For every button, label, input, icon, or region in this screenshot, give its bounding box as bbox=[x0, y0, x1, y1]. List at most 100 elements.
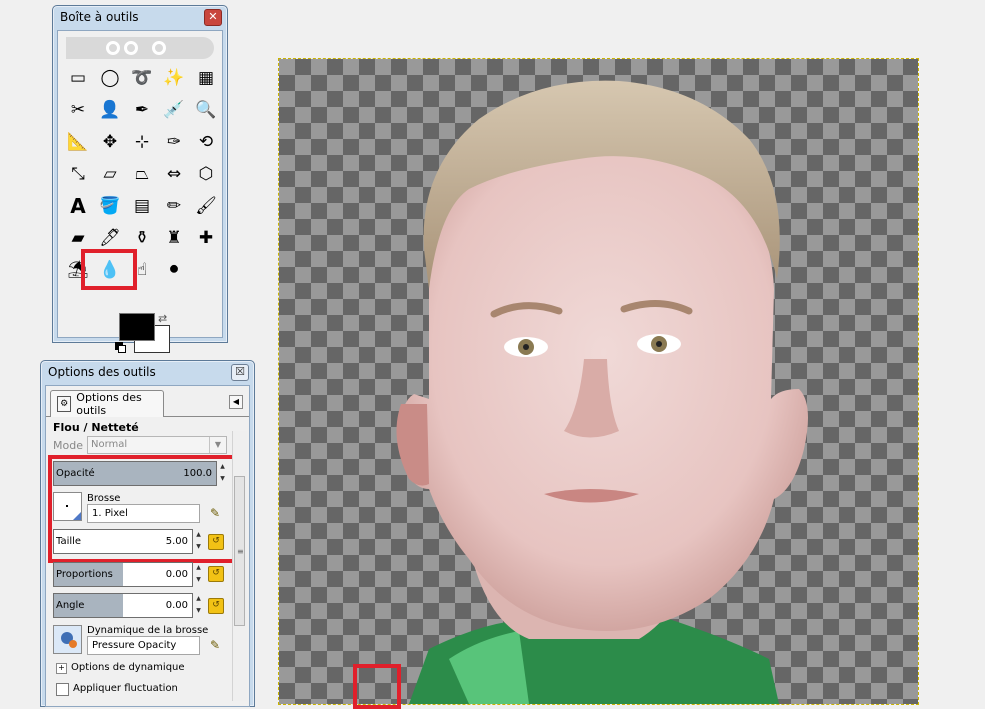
blend-tool[interactable]: ▤ bbox=[128, 192, 156, 220]
angle-label: Angle bbox=[56, 600, 85, 611]
edit-dynamics-icon[interactable]: ✎ bbox=[208, 638, 222, 652]
fuzzy-select-icon: ✨ bbox=[163, 67, 185, 88]
ink-tool[interactable]: ⚱ bbox=[128, 224, 156, 252]
scissors-tool[interactable]: ✂ bbox=[64, 96, 92, 124]
toolbox-client: ▭ ◯ ➰ ✨ ▦ ✂ 👤 ✒ 💉 🔍 📐 ✥ ⊹ ✑ ⟲ ⤡ ▱ ⏢ ⇔ ⬡ A 🪣 ▤ ✏ 🖌 ▰ 🖊 ⚱ ♜ ✚ ⛱ 💧 ☝ ⚫ ⇄ bbox=[57, 30, 223, 353]
cage-tool[interactable]: ⬡ bbox=[192, 160, 220, 188]
rotate-icon: ⟲ bbox=[198, 131, 214, 152]
color-picker-tool[interactable]: 💉 bbox=[160, 96, 188, 124]
toolbox-close-button[interactable]: ✕ bbox=[204, 9, 222, 26]
jitter-checkbox[interactable] bbox=[56, 683, 69, 696]
options-scrollbar-thumb[interactable]: ≡ bbox=[234, 476, 245, 626]
text-icon: A bbox=[70, 194, 86, 218]
scale-tool[interactable]: ⤡ bbox=[64, 160, 92, 188]
proportions-value: 0.00 bbox=[165, 569, 188, 580]
ellipse-select-tool[interactable]: ◯ bbox=[96, 64, 124, 92]
dodge-burn-icon: ⚫ bbox=[166, 259, 182, 280]
paths-icon: ✒ bbox=[134, 99, 150, 120]
fuzzy-select-tool[interactable]: ✨ bbox=[160, 64, 188, 92]
color-select-tool[interactable]: ▦ bbox=[192, 64, 220, 92]
dynamics-label: Dynamique de la brosse bbox=[87, 625, 209, 636]
logo-circle-icon bbox=[152, 41, 166, 55]
clone-tool[interactable]: ♜ bbox=[160, 224, 188, 252]
free-select-icon: ➰ bbox=[131, 67, 153, 88]
ink-icon: ⚱ bbox=[134, 227, 150, 248]
proportions-slider[interactable]: Proportions 0.00 bbox=[53, 562, 193, 587]
shear-tool[interactable]: ▱ bbox=[96, 160, 124, 188]
bucket-fill-icon: 🪣 bbox=[99, 195, 121, 216]
portrait-image bbox=[396, 80, 808, 704]
move-tool[interactable]: ✥ bbox=[96, 128, 124, 156]
color-select-icon: ▦ bbox=[197, 67, 215, 88]
mode-select[interactable]: Normal ▼ bbox=[87, 436, 227, 454]
perspective-tool[interactable]: ⏢ bbox=[128, 160, 156, 188]
cage-icon: ⬡ bbox=[198, 163, 214, 184]
zoom-tool[interactable]: 🔍 bbox=[192, 96, 220, 124]
proportions-spinner[interactable]: ▲ ▼ bbox=[194, 562, 203, 587]
align-tool[interactable]: ⊹ bbox=[128, 128, 156, 156]
toolbox-window: Boîte à outils ✕ ▭ ◯ ➰ ✨ ▦ ✂ 👤 ✒ 💉 🔍 📐 ✥ ⊹ ✑ ⟲ ⤡ ▱ ⏢ ⇔ ⬡ A 🪣 ▤… bbox=[52, 5, 228, 353]
rect-select-tool[interactable]: ▭ bbox=[64, 64, 92, 92]
crop-tool[interactable]: ✑ bbox=[160, 128, 188, 156]
paths-tool[interactable]: ✒ bbox=[128, 96, 156, 124]
logo-circle-icon bbox=[106, 41, 120, 55]
scissors-icon: ✂ bbox=[70, 99, 86, 120]
heal-icon: ✚ bbox=[198, 227, 214, 248]
measure-icon: 📐 bbox=[67, 131, 89, 152]
ellipse-select-icon: ◯ bbox=[100, 67, 120, 88]
default-colors-icon[interactable] bbox=[115, 342, 126, 353]
dynamics-options-label[interactable]: Options de dynamique bbox=[71, 662, 185, 673]
expand-dynamics-icon[interactable]: + bbox=[56, 663, 67, 674]
flip-icon: ⇔ bbox=[166, 163, 182, 184]
proportions-label: Proportions bbox=[56, 569, 113, 580]
swap-colors-icon[interactable]: ⇄ bbox=[158, 312, 167, 325]
rect-select-icon: ▭ bbox=[69, 67, 87, 88]
dodge-burn-tool[interactable]: ⚫ bbox=[160, 256, 188, 284]
color-picker-icon: 💉 bbox=[163, 99, 185, 120]
options-close-button[interactable]: ☒ bbox=[231, 364, 249, 381]
paintbrush-tool[interactable]: 🖌 bbox=[192, 192, 220, 220]
reset-angle-icon[interactable]: ↺ bbox=[208, 598, 224, 614]
mode-label: Mode : bbox=[53, 439, 91, 452]
airbrush-tool[interactable]: 🖊 bbox=[96, 224, 124, 252]
tool-options-window: Options des outils ☒ ⚙ Options des outil… bbox=[40, 360, 255, 707]
rotate-tool[interactable]: ⟲ bbox=[192, 128, 220, 156]
tab-tool-options[interactable]: ⚙ Options des outils bbox=[50, 390, 164, 417]
chevron-down-icon: ▼ bbox=[209, 437, 226, 453]
free-select-tool[interactable]: ➰ bbox=[128, 64, 156, 92]
reset-proportions-icon[interactable]: ↺ bbox=[208, 566, 224, 582]
heal-tool[interactable]: ✚ bbox=[192, 224, 220, 252]
clone-icon: ♜ bbox=[166, 227, 182, 248]
dynamics-preview[interactable] bbox=[53, 625, 82, 654]
image-canvas[interactable] bbox=[278, 58, 919, 709]
crop-icon: ✑ bbox=[166, 131, 182, 152]
angle-slider[interactable]: Angle 0.00 bbox=[53, 593, 193, 618]
scale-icon: ⤡ bbox=[71, 163, 85, 184]
shear-icon: ▱ bbox=[103, 163, 117, 184]
flip-tool[interactable]: ⇔ bbox=[160, 160, 188, 188]
foreground-color-swatch[interactable] bbox=[119, 313, 155, 341]
airbrush-icon: 🖊 bbox=[99, 227, 121, 248]
options-tabbar: ⚙ Options des outils ◀ bbox=[46, 386, 249, 417]
bucket-fill-tool[interactable]: 🪣 bbox=[96, 192, 124, 220]
eraser-tool[interactable]: ▰ bbox=[64, 224, 92, 252]
measure-tool[interactable]: 📐 bbox=[64, 128, 92, 156]
toolbox-titlebar[interactable]: Boîte à outils ✕ bbox=[53, 6, 227, 28]
selected-tool-highlight bbox=[81, 249, 137, 290]
pencil-tool[interactable]: ✏ bbox=[160, 192, 188, 220]
mode-value: Normal bbox=[91, 439, 128, 450]
text-tool[interactable]: A bbox=[64, 192, 92, 220]
angle-value: 0.00 bbox=[165, 600, 188, 611]
options-titlebar[interactable]: Options des outils ☒ bbox=[41, 361, 254, 383]
perspective-icon: ⏢ bbox=[135, 163, 149, 184]
options-client: ⚙ Options des outils ◀ Flou / Netteté Mo… bbox=[45, 385, 250, 707]
foreground-select-tool[interactable]: 👤 bbox=[96, 96, 124, 124]
options-title: Options des outils bbox=[48, 365, 156, 379]
tool-name-heading: Flou / Netteté bbox=[53, 421, 139, 434]
zoom-icon: 🔍 bbox=[195, 99, 217, 120]
angle-spinner[interactable]: ▲ ▼ bbox=[194, 593, 203, 618]
dynamics-name-field[interactable]: Pressure Opacity bbox=[87, 636, 200, 655]
tab-menu-button[interactable]: ◀ bbox=[229, 395, 243, 409]
wilber-drop-zone[interactable] bbox=[66, 37, 214, 59]
blend-icon: ▤ bbox=[133, 195, 151, 216]
